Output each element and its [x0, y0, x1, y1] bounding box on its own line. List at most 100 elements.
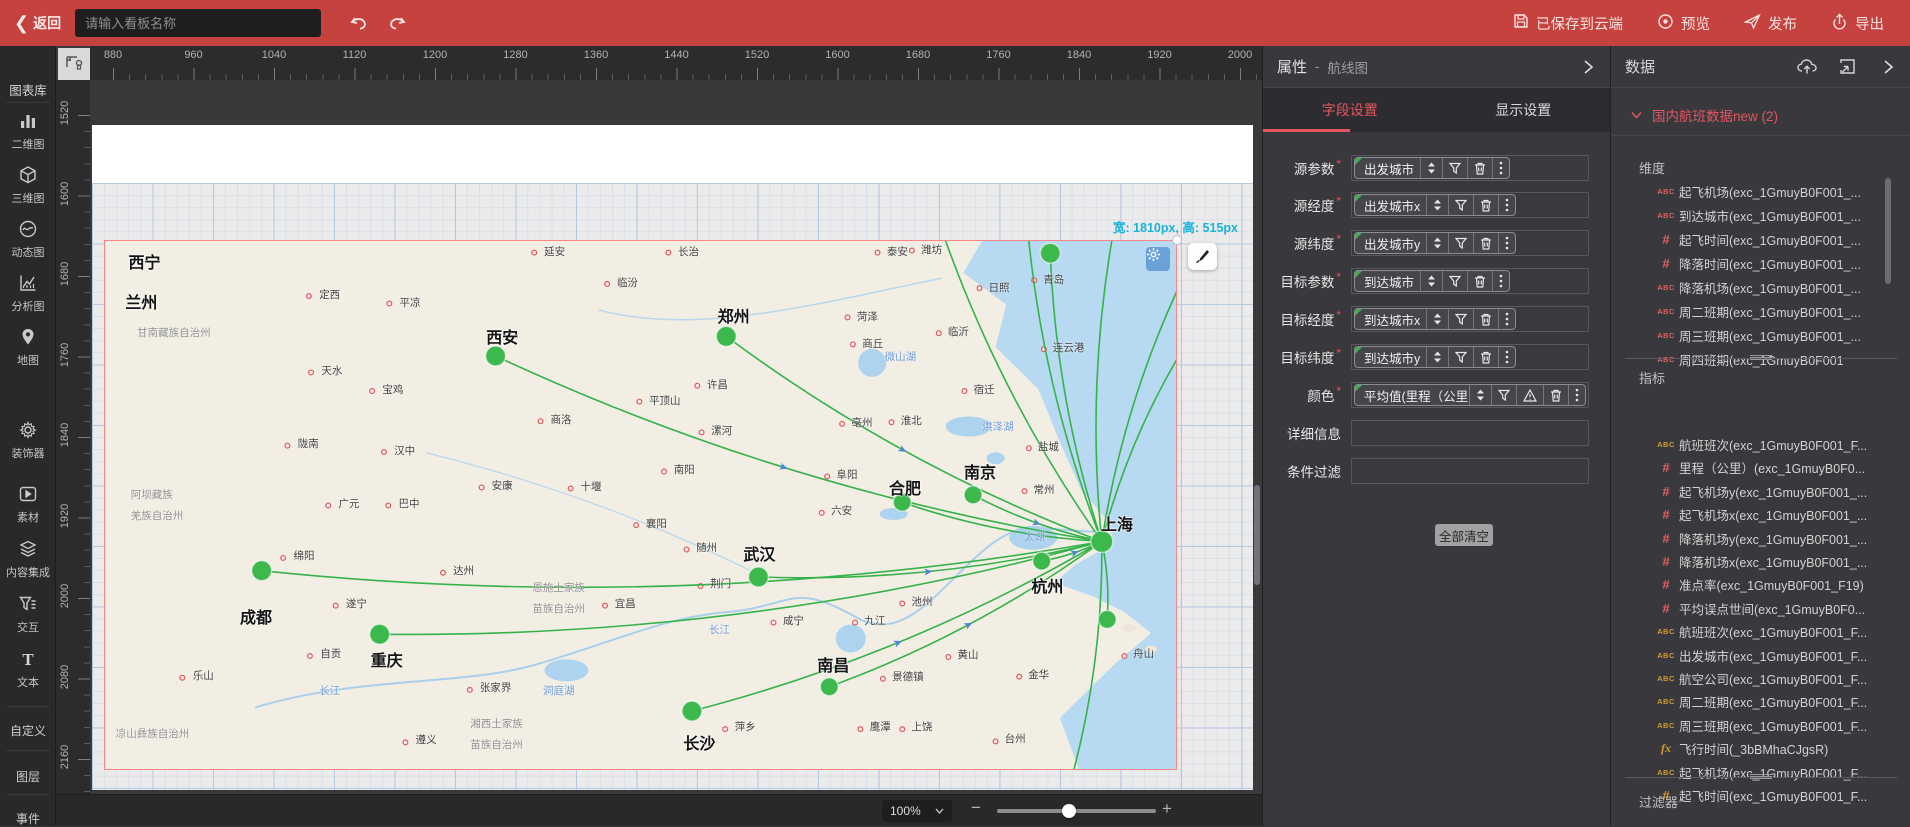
- field-chip[interactable]: 到达城市x: [1354, 308, 1517, 330]
- kebab-icon[interactable]: [1492, 158, 1509, 178]
- sidebar-item-2[interactable]: 三维图: [0, 164, 56, 206]
- zoom-select[interactable]: 100%: [882, 800, 952, 822]
- field-dropzone[interactable]: 出发城市: [1351, 155, 1589, 181]
- sidebar-item-3[interactable]: 动态图: [0, 218, 56, 260]
- metrics-filter-divider[interactable]: [1625, 774, 1897, 779]
- filter-icon[interactable]: [1448, 309, 1473, 329]
- collapse-data-icon[interactable]: [1880, 59, 1896, 75]
- sidebar-item-text-1[interactable]: 自定义: [0, 722, 56, 739]
- metric-item[interactable]: ABC 航班班次(exc_1GmuyB0F001_F...: [1611, 620, 1903, 643]
- dimensions-metrics-divider[interactable]: [1625, 355, 1897, 360]
- undo-icon[interactable]: [349, 13, 369, 33]
- field-dropzone[interactable]: 到达城市y: [1351, 344, 1589, 370]
- field-dropzone[interactable]: 到达城市x: [1351, 306, 1589, 332]
- collapse-properties-icon[interactable]: [1580, 59, 1596, 75]
- field-dropzone[interactable]: 平均值(里程（公里: [1351, 382, 1589, 408]
- sort-icon[interactable]: [1426, 309, 1448, 329]
- trash-icon[interactable]: [1473, 309, 1498, 329]
- redo-icon[interactable]: [387, 13, 407, 33]
- kebab-icon[interactable]: [1492, 271, 1509, 291]
- kebab-icon[interactable]: [1498, 233, 1515, 253]
- back-button[interactable]: ❮ 返回: [0, 13, 75, 33]
- metric-item[interactable]: # 里程（公里）(exc_1GmuyB0F0...: [1611, 456, 1903, 479]
- metric-item[interactable]: # 平均误点世间(exc_1GmuyB0F0...: [1611, 597, 1903, 620]
- sidebar-item-10[interactable]: T 文本: [0, 648, 56, 690]
- vertical-scrollbar[interactable]: [1254, 485, 1260, 585]
- sidebar-item-text-3[interactable]: 事件: [0, 810, 56, 827]
- dataset-row[interactable]: 国内航班数据new (2): [1611, 100, 1910, 130]
- import-board-icon[interactable]: [1839, 58, 1856, 75]
- trash-icon[interactable]: [1543, 385, 1568, 405]
- metric-item[interactable]: # 准点率(exc_1GmuyB0F001_F19): [1611, 573, 1903, 596]
- upload-cloud-icon[interactable]: [1797, 58, 1817, 75]
- sidebar-item-9[interactable]: 交互: [0, 593, 56, 635]
- metric-item[interactable]: ABC 出发城市(exc_1GmuyB0F001_F...: [1611, 644, 1903, 667]
- dimension-item[interactable]: ABC 降落机场(exc_1GmuyB0F001_...: [1611, 276, 1903, 299]
- filter-icon[interactable]: [1491, 385, 1516, 405]
- sort-icon[interactable]: [1426, 347, 1448, 367]
- trash-icon[interactable]: [1473, 347, 1498, 367]
- clear-all-button[interactable]: 全部清空: [1435, 524, 1493, 546]
- board-name-input[interactable]: [75, 9, 322, 37]
- warning-icon[interactable]: [1516, 385, 1543, 405]
- dimension-item[interactable]: # 降落时间(exc_1GmuyB0F001_...: [1611, 252, 1903, 275]
- field-chip[interactable]: 出发城市: [1354, 157, 1511, 179]
- trash-icon[interactable]: [1467, 271, 1492, 291]
- field-chip[interactable]: 平均值(里程（公里: [1354, 384, 1586, 406]
- zoom-slider-handle[interactable]: [1062, 804, 1077, 818]
- filter-icon[interactable]: [1448, 195, 1473, 215]
- publish-button[interactable]: 发布: [1743, 13, 1797, 34]
- sort-icon[interactable]: [1420, 158, 1442, 178]
- trash-icon[interactable]: [1473, 233, 1498, 253]
- field-dropzone[interactable]: 出发城市y: [1351, 230, 1589, 256]
- metric-item[interactable]: ABC 航班班次(exc_1GmuyB0F001_F...: [1611, 433, 1903, 456]
- sidebar-item-5[interactable]: 地图: [0, 326, 56, 368]
- field-chip[interactable]: 到达城市: [1354, 270, 1511, 292]
- kebab-icon[interactable]: [1498, 309, 1515, 329]
- metric-item[interactable]: ABC 周三班期(exc_1GmuyB0F001_F...: [1611, 714, 1903, 737]
- flight-route-map-chart[interactable]: 定西 平凉 延安 临汾 长治 泰安 潍坊 日照 青岛 菏泽 商丘 临沂 连云港 甘南藏族自治州 天水 宝鸡 商洛…: [104, 240, 1177, 770]
- chart-settings-button[interactable]: [1146, 247, 1170, 271]
- metric-item[interactable]: # 降落机场x(exc_1GmuyB0F001_...: [1611, 550, 1903, 573]
- selection-handle[interactable]: [1172, 235, 1182, 245]
- field-chip[interactable]: 出发城市y: [1354, 232, 1517, 254]
- field-chip[interactable]: 到达城市y: [1354, 346, 1517, 368]
- dimension-item[interactable]: ABC 周三班期(exc_1GmuyB0F001_...: [1611, 324, 1903, 347]
- sort-icon[interactable]: [1420, 271, 1442, 291]
- tab-display-settings[interactable]: 显示设置: [1437, 100, 1611, 120]
- metric-item[interactable]: # 降落机场y(exc_1GmuyB0F001_...: [1611, 527, 1903, 550]
- tab-field-settings[interactable]: 字段设置: [1263, 100, 1437, 120]
- sidebar-item-7[interactable]: 素材: [0, 483, 56, 525]
- style-brush-button[interactable]: [1188, 243, 1217, 270]
- sidebar-item-text-2[interactable]: 图层: [0, 768, 56, 785]
- sidebar-item-6[interactable]: 装饰器: [0, 419, 56, 461]
- filter-icon[interactable]: [1448, 347, 1473, 367]
- dimension-item[interactable]: ABC 起飞机场(exc_1GmuyB0F001_...: [1611, 180, 1903, 203]
- ruler-corner-button[interactable]: [58, 48, 90, 80]
- zoom-in-button[interactable]: +: [1162, 799, 1172, 819]
- metric-item[interactable]: fx 飞行时间(_3bBMhaCJgsR): [1611, 737, 1903, 760]
- sidebar-item-4[interactable]: 分析图: [0, 272, 56, 314]
- zoom-out-button[interactable]: −: [971, 798, 981, 818]
- field-dropzone[interactable]: [1351, 420, 1589, 446]
- export-button[interactable]: 导出: [1831, 13, 1884, 34]
- trash-icon[interactable]: [1473, 195, 1498, 215]
- kebab-icon[interactable]: [1568, 385, 1585, 405]
- trash-icon[interactable]: [1467, 158, 1492, 178]
- metric-item[interactable]: # 起飞机场y(exc_1GmuyB0F001_...: [1611, 480, 1903, 503]
- filter-icon[interactable]: [1448, 233, 1473, 253]
- filter-icon[interactable]: [1442, 158, 1467, 178]
- field-chip[interactable]: 出发城市x: [1354, 194, 1517, 216]
- sort-icon[interactable]: [1426, 195, 1448, 215]
- metric-item[interactable]: # 起飞机场x(exc_1GmuyB0F001_...: [1611, 503, 1903, 526]
- dimension-item[interactable]: ABC 到达城市(exc_1GmuyB0F001_...: [1611, 204, 1903, 227]
- field-dropzone[interactable]: 到达城市: [1351, 268, 1589, 294]
- dimension-item[interactable]: # 起飞时间(exc_1GmuyB0F001_...: [1611, 228, 1903, 251]
- kebab-icon[interactable]: [1498, 195, 1515, 215]
- kebab-icon[interactable]: [1498, 347, 1515, 367]
- field-dropzone[interactable]: [1351, 458, 1589, 484]
- metric-item[interactable]: ABC 航空公司(exc_1GmuyB0F001_F...: [1611, 667, 1903, 690]
- sort-icon[interactable]: [1426, 233, 1448, 253]
- dimension-item[interactable]: ABC 周二班期(exc_1GmuyB0F001_...: [1611, 300, 1903, 323]
- field-dropzone[interactable]: 出发城市x: [1351, 192, 1589, 218]
